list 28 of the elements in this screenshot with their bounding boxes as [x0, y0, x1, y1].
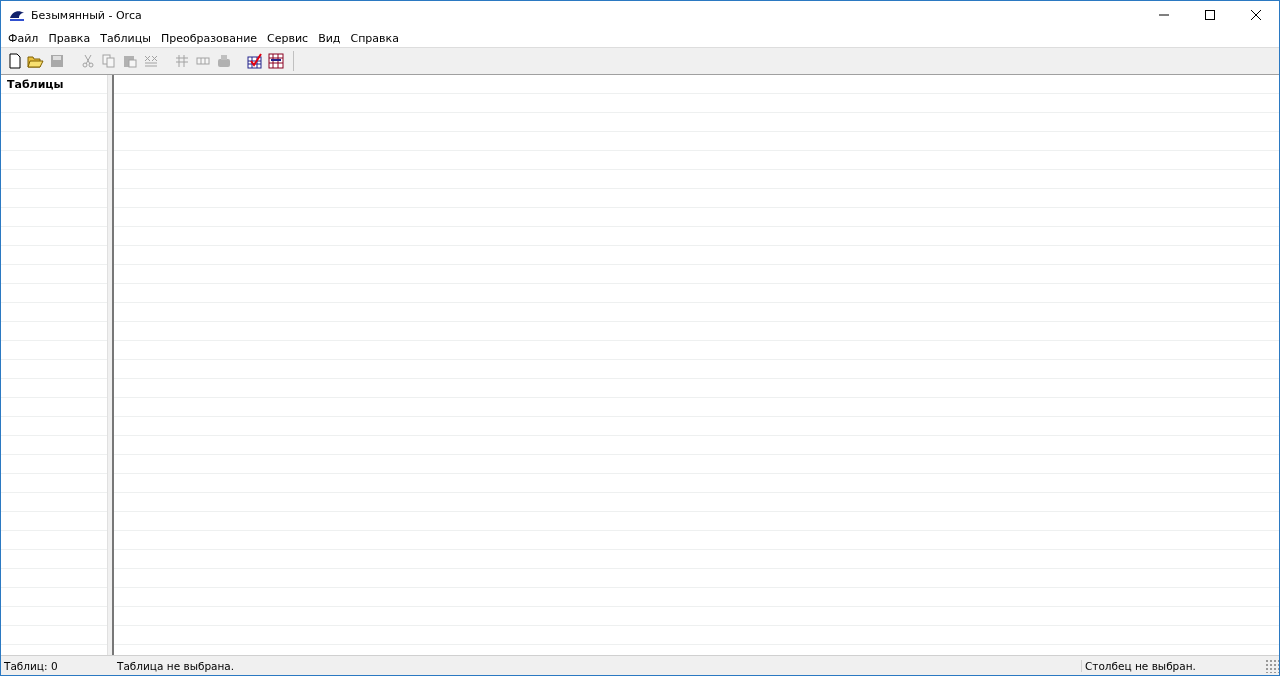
status-text: Таблиц: 0 [3, 659, 59, 672]
table-grid-icon [267, 53, 284, 69]
maximize-icon [1205, 10, 1215, 20]
menu-item[interactable]: Преобразование [155, 31, 263, 45]
copy-icon [101, 54, 116, 68]
cross-rows-icon [142, 54, 159, 68]
clipboard-icon [122, 54, 137, 68]
toolbar-button[interactable] [245, 51, 264, 71]
blank-page-icon [7, 53, 22, 69]
folder-icon [27, 54, 44, 68]
menu-item[interactable]: Вид [313, 31, 346, 45]
whale-icon [9, 8, 25, 22]
table-check-icon [246, 53, 263, 69]
table-row-icon [195, 55, 210, 67]
menu-item[interactable]: Сервис [262, 31, 314, 45]
status-text: Столбец не выбран. [1081, 659, 1265, 672]
menu-item[interactable]: Файл [3, 31, 44, 45]
menu-item[interactable]: Справка [345, 31, 404, 45]
resize-grip[interactable] [1265, 658, 1279, 673]
splitter[interactable] [108, 75, 114, 655]
panel-title: Таблицы [6, 77, 65, 93]
window-title: Безымянный - Orca [31, 8, 143, 22]
scissors-icon [80, 54, 95, 68]
status-text: Таблица не выбрана. [116, 659, 236, 672]
menu-item[interactable]: Правка [43, 31, 96, 45]
menu-item[interactable]: Таблицы [95, 31, 156, 45]
toolbar-button[interactable] [266, 51, 285, 71]
close-icon [1251, 10, 1261, 20]
